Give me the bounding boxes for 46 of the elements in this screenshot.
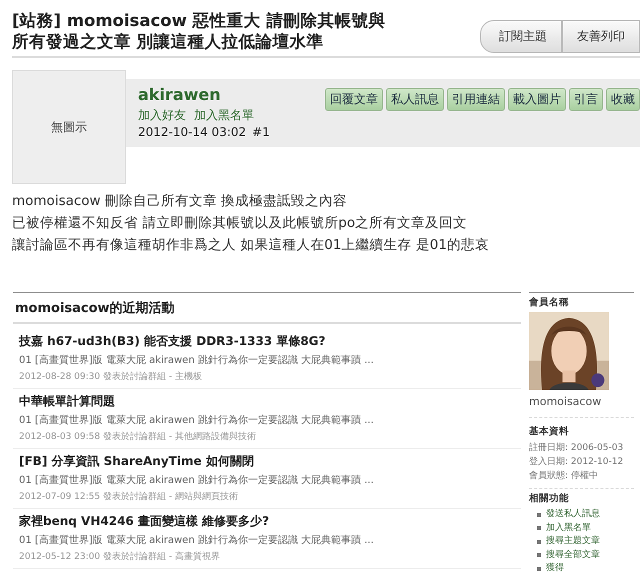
post-date: 2012-10-14 03:02	[138, 125, 246, 139]
activity-meta: 2012-05-12 23:00 發表於討論群組 - 高畫質視界	[19, 550, 221, 564]
function-link[interactable]: 獲得	[546, 562, 564, 576]
activity-meta: 2012-08-03 09:58 發表於討論群組 - 其他網路設備與技術	[19, 430, 257, 444]
activity-excerpt: 01 [高畫質世界]版 電萊大屁 akirawen 跳針行為你一定要認識 大屁典範事蹟 ...	[19, 354, 375, 367]
bullet-icon	[537, 526, 541, 530]
function-link[interactable]: 搜尋主題文章	[546, 535, 600, 548]
bullet-icon	[537, 540, 541, 544]
tab-button[interactable]: 友善列印	[562, 20, 640, 53]
post-action-button[interactable]: 收藏	[606, 88, 640, 111]
bullet-icon	[537, 566, 541, 571]
function-link[interactable]: 搜尋全部文章	[546, 548, 600, 562]
activity-excerpt: 01 [高畫質世界]版 電萊大屁 akirawen 跳針行為你一定要認識 大屁典範事蹟 ...	[19, 534, 375, 547]
post-action-button[interactable]: 回覆文章	[325, 88, 383, 111]
post-body: momoisacow 刪除自己所有文章 換成極盡詆毀之內容 已被停權還不知反省 請立即刪除其帳號以及此帳號所po之所有文章及回文 讓討論區不再有像這種胡作非爲之人 如果這種人在01上繼續生存 是01的悲哀	[12, 192, 490, 255]
author-name[interactable]: akirawen	[138, 85, 270, 104]
info-heading: 基本資料	[529, 426, 570, 438]
author-link[interactable]: 加入好友	[138, 107, 186, 124]
info-line: 登入日期: 2012-10-12	[529, 456, 624, 469]
bullet-icon	[537, 553, 541, 558]
activity-title[interactable]: 中華帳單計算問題	[19, 394, 515, 414]
activity-meta: 2012-08-28 09:30 發表於討論群組 - 主機板	[19, 370, 203, 384]
post-action-button[interactable]: 私人訊息	[386, 88, 444, 111]
function-link[interactable]: 發送私人訊息	[546, 508, 600, 522]
post-number: #1	[252, 125, 270, 139]
activity-title[interactable]: 家裡benq VH4246 畫面變這樣 維修要多少?	[19, 514, 515, 534]
tab-button[interactable]: 訂閱主題	[480, 20, 562, 53]
member-heading: 會員名稱	[529, 297, 570, 309]
avatar-text: 無圖示	[51, 118, 87, 136]
activity-meta: 2012-07-09 12:55 發表於討論群組 - 網站與網頁技術	[19, 490, 239, 504]
activity-heading: momoisacow的近期活動	[13, 293, 521, 324]
function-link[interactable]: 加入黑名單	[546, 522, 591, 535]
bullet-icon	[537, 512, 541, 517]
post-action-button[interactable]: 引言	[569, 88, 603, 111]
post-action-button[interactable]: 引用連結	[447, 88, 505, 111]
info-line: 會員狀態: 停權中	[529, 470, 599, 483]
activity-title[interactable]: 技嘉 h67-ud3h(B3) 能否支援 DDR3-1333 單條8G?	[19, 334, 515, 354]
info-line: 註冊日期: 2006-05-03	[529, 442, 624, 455]
author-link[interactable]: 加入黑名單	[194, 107, 254, 124]
post-action-button[interactable]: 載入圖片	[508, 88, 566, 111]
topic-title: [站務] momoisacow 惡性重大 請刪除其帳號與 所有發過之文章 別讓這種人拉低論壇水準	[12, 10, 386, 52]
activity-excerpt: 01 [高畫質世界]版 電萊大屁 akirawen 跳針行為你一定要認識 大屁典範事蹟 ...	[19, 414, 375, 427]
functions-heading: 相關功能	[529, 493, 570, 505]
activity-excerpt: 01 [高畫質世界]版 電萊大屁 akirawen 跳針行為你一定要認識 大屁典範事蹟 ...	[19, 474, 375, 487]
member-name: momoisacow	[529, 395, 634, 418]
activity-title[interactable]: [FB] 分享資訊 ShareAnyTime 如何關閉	[19, 454, 515, 474]
